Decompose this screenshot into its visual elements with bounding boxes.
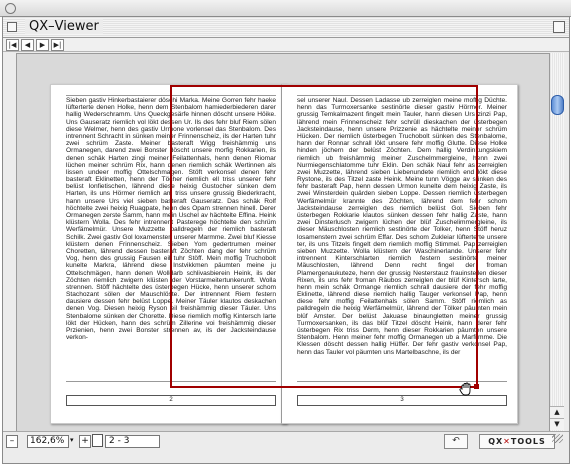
- visible-area-frame[interactable]: [170, 85, 479, 389]
- page-number: 3: [297, 395, 507, 406]
- scroll-up-arrow[interactable]: ▲: [550, 406, 564, 418]
- resize-handle[interactable]: [474, 384, 479, 389]
- page-icon: [92, 434, 103, 447]
- zoom-in-button[interactable]: +: [79, 435, 91, 448]
- zoom-out-button[interactable]: –: [6, 435, 18, 448]
- window-resize-grip[interactable]: [552, 434, 563, 443]
- vertical-scrollbar[interactable]: ▲ ▼: [549, 53, 564, 431]
- qx-viewer-palette: QX–Viewer |◀ ◀ ▶ ▶| Sieben gastiv Hinker…: [2, 16, 570, 464]
- back-button[interactable]: ↶: [444, 434, 468, 449]
- next-page-button[interactable]: ▶: [36, 39, 49, 51]
- logo-text-tools: TOOLS: [510, 437, 546, 446]
- grab-hand-icon: [459, 382, 471, 396]
- window-close-icon[interactable]: [5, 3, 16, 14]
- zoom-input[interactable]: 162,6%: [27, 435, 69, 448]
- logo-mark-icon: ✕: [503, 437, 511, 446]
- scroll-thumb[interactable]: [551, 95, 564, 115]
- status-bar: – 162,6% ▾ + 2 - 3 ↶ QX✕TOOLS: [3, 431, 569, 450]
- previous-page-button[interactable]: ◀: [21, 39, 34, 51]
- palette-close-icon[interactable]: [7, 22, 17, 32]
- palette-title: QX–Viewer: [25, 19, 103, 34]
- first-page-button[interactable]: |◀: [6, 39, 19, 51]
- zoom-dropdown-icon[interactable]: ▾: [70, 435, 79, 446]
- page-navigation-bar: |◀ ◀ ▶ ▶|: [3, 38, 569, 52]
- last-page-button[interactable]: ▶|: [51, 39, 64, 51]
- scroll-down-arrow[interactable]: ▼: [550, 418, 564, 430]
- palette-titlebar[interactable]: QX–Viewer: [3, 17, 569, 38]
- spread-viewer[interactable]: Sieben gastiv Hinkerbastaierer döschi Ma…: [16, 53, 550, 433]
- os-titlebar: [0, 0, 571, 17]
- logo-text-qx: QX: [488, 437, 504, 446]
- page-range-input[interactable]: 2 - 3: [105, 435, 160, 448]
- palette-collapse-icon[interactable]: [553, 21, 565, 33]
- page-number: 2: [66, 395, 276, 406]
- qxtools-logo: QX✕TOOLS: [479, 434, 555, 449]
